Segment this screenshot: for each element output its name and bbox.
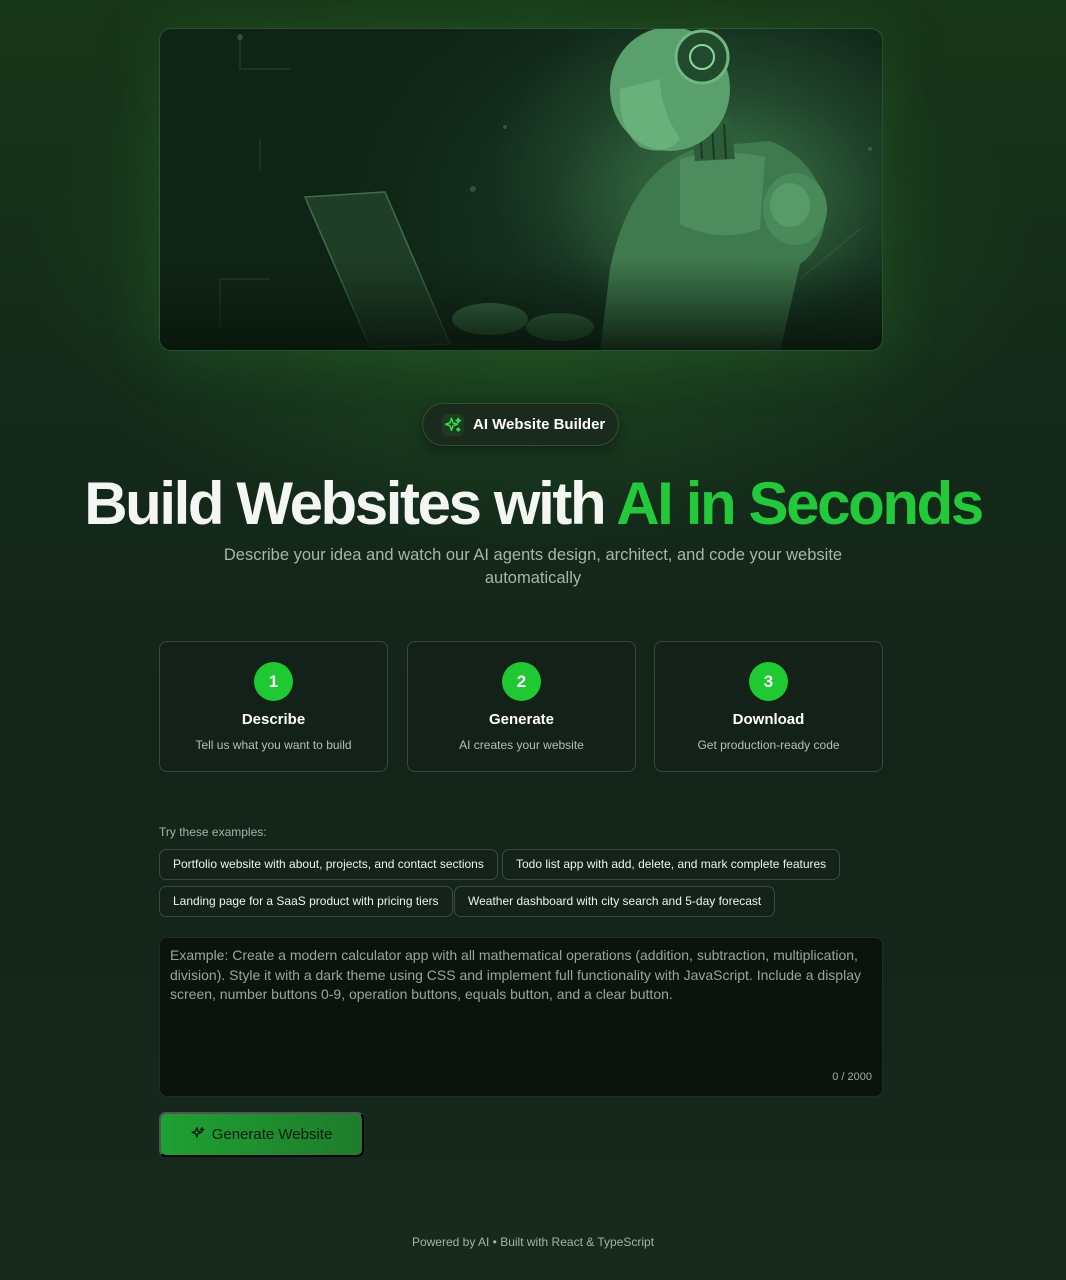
- step-title: Describe: [241, 711, 306, 728]
- subtitle: Describe your idea and watch our AI agen…: [223, 546, 843, 587]
- hero-image: [159, 28, 883, 351]
- character-counter: 0 / 2000: [832, 1070, 872, 1083]
- generate-button-label: Generate Website: [211, 1126, 333, 1143]
- robot-at-laptop-illustration: [160, 29, 882, 350]
- examples-label: Try these examples:: [159, 825, 267, 839]
- step-title: Download: [732, 711, 805, 728]
- sparkles-icon: [442, 413, 464, 436]
- example-chip-portfolio[interactable]: Portfolio website with about, projects, …: [159, 849, 498, 880]
- footer-text: Powered by AI • Built with React & TypeS…: [411, 1235, 655, 1249]
- step-description: AI creates your website: [459, 738, 584, 752]
- example-chip-landing-page[interactable]: Landing page for a SaaS product with pri…: [159, 886, 453, 917]
- step-title: Generate: [488, 711, 555, 728]
- step-description: Tell us what you want to build: [195, 738, 352, 752]
- headline-part-2: AI in Seconds: [616, 470, 984, 537]
- example-chip-todo[interactable]: Todo list app with add, delete, and mark…: [502, 849, 841, 880]
- ai-website-builder-badge: AI Website Builder: [422, 403, 619, 446]
- example-chip-weather[interactable]: Weather dashboard with city search and 5…: [454, 886, 776, 917]
- generate-website-button[interactable]: Generate Website: [159, 1112, 364, 1157]
- step-description: Get production-ready code: [697, 738, 840, 752]
- prompt-textarea[interactable]: Example: Create a modern calculator app …: [159, 937, 883, 1097]
- step-number-badge: 1: [254, 662, 293, 701]
- step-card-describe: 1 Describe Tell us what you want to buil…: [159, 641, 388, 772]
- headline-part-1: Build Websites with: [84, 470, 617, 537]
- prompt-placeholder: Example: Create a modern calculator app …: [170, 947, 861, 1002]
- step-card-download: 3 Download Get production-ready code: [654, 641, 883, 772]
- page-title: Build Websites with AI in Seconds: [0, 468, 1066, 540]
- step-number-badge: 3: [749, 662, 788, 701]
- step-number-badge: 2: [502, 662, 541, 701]
- badge-label: AI Website Builder: [473, 416, 606, 433]
- sparkles-icon: [191, 1126, 205, 1144]
- step-card-generate: 2 Generate AI creates your website: [407, 641, 636, 772]
